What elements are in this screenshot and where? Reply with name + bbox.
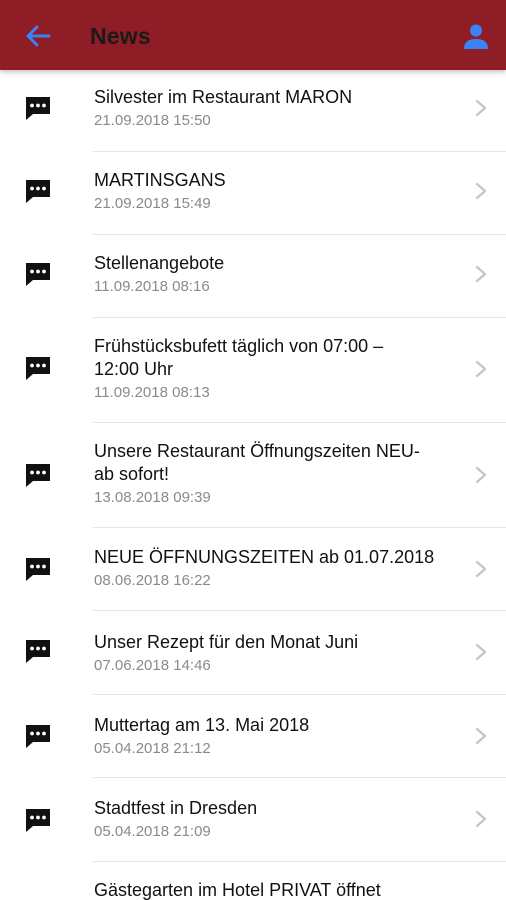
- person-icon: [464, 24, 488, 49]
- news-title: Stellenangebote: [94, 253, 225, 273]
- profile-button[interactable]: [458, 18, 494, 54]
- news-title: Gästegarten im Hotel PRIVAT öffnet: [94, 880, 381, 900]
- news-title: Unsere Restaurant Öffnungszeiten NEU- ab…: [94, 441, 420, 484]
- back-button[interactable]: [20, 20, 56, 52]
- news-item[interactable]: Silvester im Restaurant MARON 21.09.2018…: [0, 70, 506, 152]
- news-title: Stadtfest in Dresden: [94, 798, 258, 818]
- page-title: News: [90, 23, 151, 49]
- news-item[interactable]: MARTINSGANS 21.09.2018 15:49: [0, 152, 506, 235]
- message-icon: [26, 464, 50, 487]
- news-date: 11.09.2018 08:13: [94, 384, 210, 401]
- chevron-right-icon: [475, 560, 487, 578]
- news-date: 08.06.2018 16:22: [94, 572, 211, 589]
- news-item[interactable]: Unsere Restaurant Öffnungszeiten NEU- ab…: [0, 423, 506, 528]
- chevron-right-icon: [475, 466, 487, 484]
- news-title: Silvester im Restaurant MARON: [94, 87, 353, 107]
- message-icon: [26, 809, 50, 832]
- news-item[interactable]: Stellenangebote 11.09.2018 08:16: [0, 235, 506, 318]
- chevron-right-icon: [475, 99, 487, 117]
- news-title: Muttertag am 13. Mai 2018: [94, 715, 310, 735]
- news-item[interactable]: Stadtfest in Dresden 05.04.2018 21:09: [0, 778, 506, 862]
- chevron-right-icon: [475, 727, 487, 745]
- news-date: 21.09.2018 15:50: [94, 112, 211, 129]
- news-date: 05.04.2018 21:09: [94, 823, 211, 840]
- message-icon: [26, 725, 50, 748]
- arrow-left-icon: [26, 25, 51, 47]
- news-title: Frühstücksbufett täglich von 07:00 – 12:…: [94, 336, 384, 379]
- message-icon: [26, 97, 50, 120]
- news-date: 07.06.2018 14:46: [94, 657, 211, 674]
- message-icon: [26, 558, 50, 581]
- app-screen: News Silvester im Restaurant MARON 21.09…: [0, 0, 506, 900]
- chevron-right-icon: [475, 810, 487, 828]
- news-title: NEUE ÖFFNUNGSZEITEN ab 01.07.2018: [94, 547, 435, 567]
- chevron-right-icon: [475, 643, 487, 661]
- news-date: 05.04.2018 21:12: [94, 740, 211, 757]
- news-title: MARTINSGANS: [94, 170, 226, 190]
- message-icon: [26, 263, 50, 286]
- news-item[interactable]: Gästegarten im Hotel PRIVAT öffnet: [0, 862, 506, 900]
- message-icon: [26, 357, 50, 380]
- message-icon: [26, 640, 50, 663]
- chevron-right-icon: [475, 360, 487, 378]
- news-item[interactable]: Muttertag am 13. Mai 2018 05.04.2018 21:…: [0, 695, 506, 778]
- news-item[interactable]: NEUE ÖFFNUNGSZEITEN ab 01.07.2018 08.06.…: [0, 528, 506, 611]
- news-date: 11.09.2018 08:16: [94, 278, 210, 295]
- chevron-right-icon: [475, 182, 487, 200]
- news-date: 13.08.2018 09:39: [94, 489, 211, 506]
- news-date: 21.09.2018 15:49: [94, 195, 211, 212]
- news-item[interactable]: Unser Rezept für den Monat Juni 07.06.20…: [0, 611, 506, 695]
- message-icon: [26, 180, 50, 203]
- top-app-bar: News: [0, 0, 506, 70]
- news-title: Unser Rezept für den Monat Juni: [94, 632, 359, 652]
- news-item[interactable]: Frühstücksbufett täglich von 07:00 – 12:…: [0, 318, 506, 423]
- chevron-right-icon: [475, 265, 487, 283]
